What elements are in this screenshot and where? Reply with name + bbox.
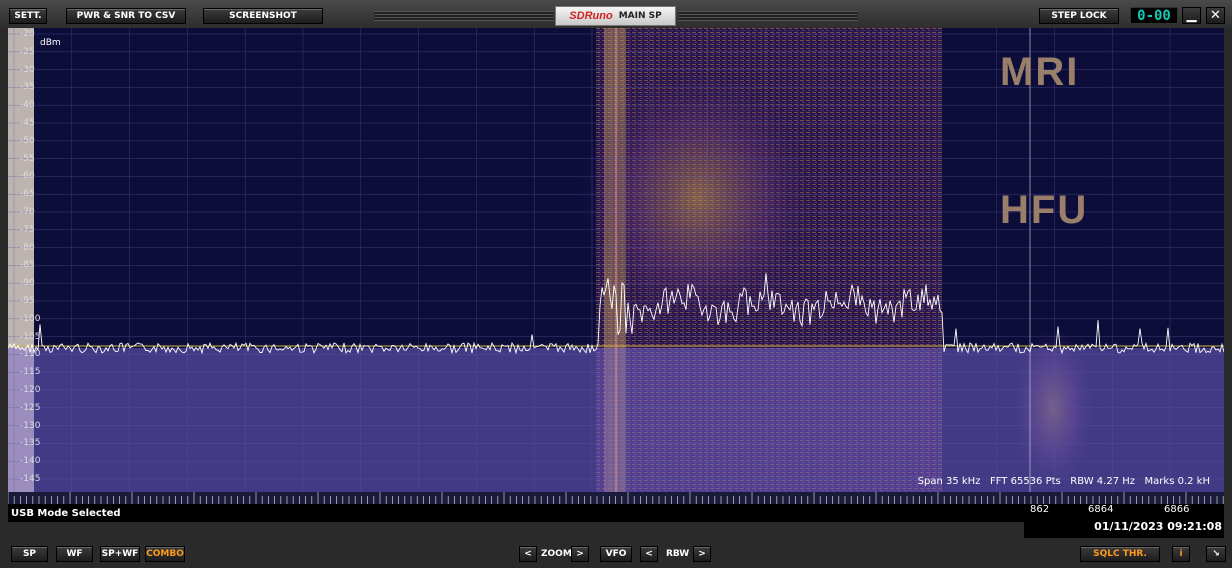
y-tick-label: -120 <box>20 385 41 395</box>
y-tick-label: -40 <box>20 100 35 111</box>
screenshot-button[interactable]: SCREENSHOT <box>203 8 323 24</box>
y-tick-label: -75 <box>20 224 35 235</box>
zoom-label: ZOOM <box>541 549 572 559</box>
datetime-display: 01/11/2023 09:21:08 <box>1024 516 1224 538</box>
step-lock-button[interactable]: STEP LOCK <box>1039 8 1119 24</box>
y-tick-label: -65 <box>20 189 35 200</box>
y-tick-label: -35 <box>20 82 35 93</box>
unit-label: dBm <box>40 38 61 48</box>
window-title: MAIN SP <box>618 11 662 21</box>
y-tick-label: -60 <box>20 171 35 182</box>
freq-label-2: 6864 <box>1088 504 1114 515</box>
status-message: USB Mode Selected <box>8 504 1024 522</box>
frequency-scale: 862 6864 6866 <box>1024 504 1224 516</box>
y-tick-label: -100 <box>20 313 41 324</box>
rbw-increase-button[interactable]: > <box>693 546 711 562</box>
y-tick-label: -25 <box>20 46 35 57</box>
y-tick-label: -145 <box>20 474 41 484</box>
vfo-button[interactable]: VFO <box>600 546 632 562</box>
y-tick-label: -140 <box>20 456 41 467</box>
window-drag-grip-left[interactable] <box>374 11 554 21</box>
close-icon[interactable]: ✕ <box>1206 7 1225 24</box>
settings-button[interactable]: SETT. <box>9 8 47 24</box>
resize-icon[interactable]: ↘ <box>1206 546 1226 562</box>
watermark-hfu: HFU <box>1000 188 1089 232</box>
sdruno-logo: SDRuno <box>569 10 613 22</box>
wf-mode-button[interactable]: WF <box>56 546 93 562</box>
rbw-decrease-button[interactable]: < <box>640 546 658 562</box>
combo-mode-button[interactable]: COMBO <box>145 546 185 562</box>
sp-mode-button[interactable]: SP <box>11 546 48 562</box>
y-tick-label: -80 <box>20 242 35 253</box>
y-tick-label: -125 <box>20 402 41 413</box>
y-tick-label: -95 <box>20 296 35 306</box>
freq-label-3: 6866 <box>1164 504 1190 515</box>
y-tick-label: -135 <box>20 438 41 449</box>
sqlc-threshold-button[interactable]: SQLC THR. <box>1080 546 1160 562</box>
sp-wf-mode-button[interactable]: SP+WF <box>100 546 140 562</box>
zoom-out-button[interactable]: < <box>519 546 537 562</box>
y-tick-label: -130 <box>20 420 41 431</box>
vfo-digits-display[interactable]: 0-00 <box>1130 7 1178 24</box>
span-fft-info: Span 35 kHz FFT 65536 Pts RBW 4.27 Hz Ma… <box>917 476 1210 487</box>
info-icon[interactable]: i <box>1172 546 1190 562</box>
rbw-label: RBW <box>666 549 690 559</box>
minimize-icon[interactable]: ▁ <box>1182 7 1201 24</box>
y-tick-label: -110 <box>20 349 41 360</box>
y-tick-label: -90 <box>20 278 35 289</box>
watermark-mri: MRI <box>1000 50 1080 94</box>
window-drag-grip-right[interactable] <box>678 11 858 21</box>
y-tick-label: -115 <box>20 367 41 378</box>
window-title-box: SDRuno MAIN SP <box>555 6 676 26</box>
y-tick-label: -30 <box>20 64 35 75</box>
y-tick-label: -55 <box>20 153 35 164</box>
y-tick-label: -45 <box>20 118 35 128</box>
freq-label-1: 862 <box>1030 504 1050 515</box>
frequency-ruler[interactable] <box>8 492 1224 504</box>
spectrum-display[interactable]: dBm -20 -25 -30 -35 -40 -45 -50 -55 -60 -65 -70 -75… <box>8 28 1224 501</box>
spectrum-plot[interactable] <box>8 28 1224 501</box>
y-tick-label: -85 <box>20 260 35 271</box>
pwr-snr-csv-button[interactable]: PWR & SNR TO CSV <box>66 8 186 24</box>
y-tick-label: -105 <box>20 331 41 342</box>
y-tick-label: -50 <box>20 135 35 146</box>
zoom-in-button[interactable]: > <box>571 546 589 562</box>
y-tick-label: -70 <box>20 207 35 217</box>
y-tick-label: -20 <box>20 29 35 39</box>
